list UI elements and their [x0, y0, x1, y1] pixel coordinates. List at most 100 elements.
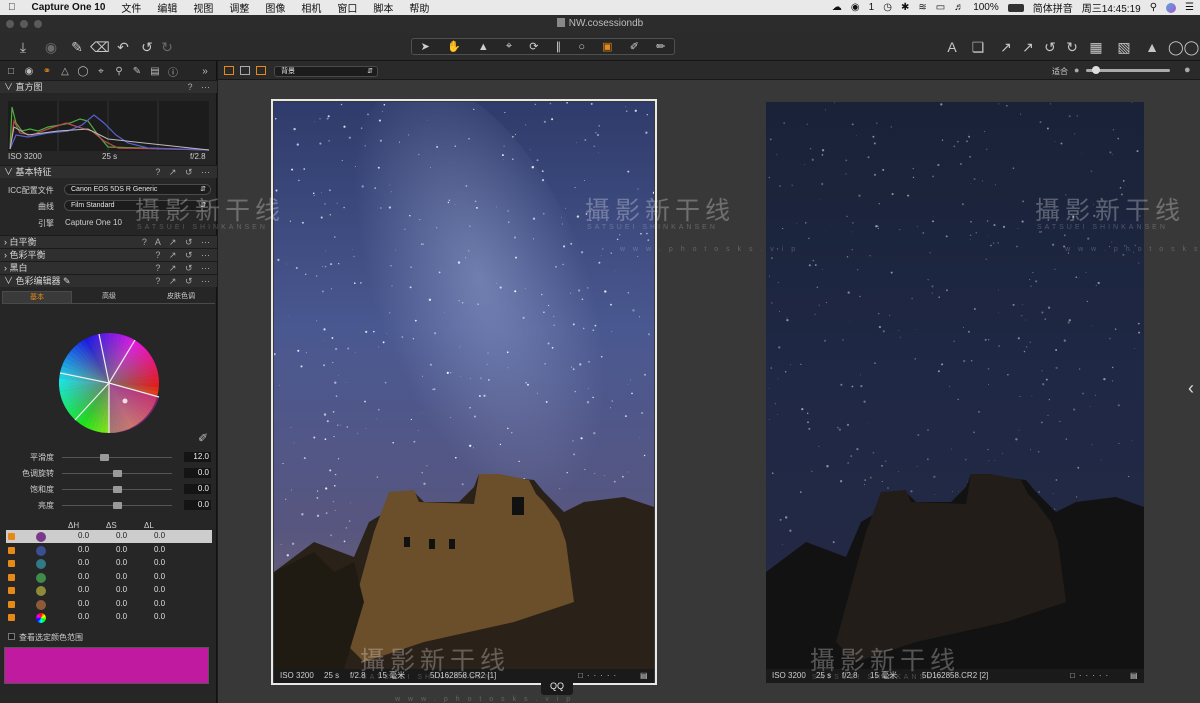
menu-image[interactable]: 图像 [257, 0, 293, 15]
spotlight-icon[interactable]: ⚲ [1150, 2, 1157, 13]
color-editor-header[interactable]: ∨ 色彩编辑器 ✎ ? ↗ ↺ ⋯ [0, 274, 217, 287]
photo-1-info-icon[interactable]: ▤ [640, 669, 648, 683]
menu-app-name[interactable]: Capture One 10 [24, 2, 114, 13]
cb-header-icons[interactable]: ? ↗ ↺ ⋯ [155, 249, 213, 261]
row-enable-checkbox[interactable] [8, 573, 15, 581]
slider-track[interactable] [62, 454, 172, 461]
photo-2-image[interactable] [766, 102, 1144, 669]
undo-icon[interactable]: ↺ [138, 37, 156, 57]
single-view-icon[interactable] [240, 66, 250, 75]
library-tab-icon[interactable]: □ [3, 66, 19, 77]
pan-cursor-icon[interactable]: ✋ [447, 40, 461, 53]
menu-edit[interactable]: 编辑 [149, 0, 185, 15]
menu-camera[interactable]: 相机 [293, 0, 329, 15]
wifi-icon[interactable]: ≋ [918, 2, 926, 13]
row-enable-checkbox[interactable] [8, 533, 15, 540]
details-tab-icon[interactable]: ⚲ [111, 66, 127, 77]
qq-badge[interactable]: QQ [541, 677, 573, 695]
reset-icon[interactable]: ↶ [114, 37, 132, 57]
photo-2-info-icon[interactable]: ▤ [1130, 669, 1138, 683]
zoom-slider[interactable] [1086, 66, 1170, 74]
rotate-right-icon[interactable]: ↻ [1062, 37, 1082, 57]
row-enable-checkbox[interactable] [8, 614, 15, 621]
histogram-header[interactable]: ∨ 直方图 ? ⋯ [0, 80, 217, 93]
slider-track[interactable] [62, 470, 172, 477]
output-tab-icon[interactable]: ▤ [147, 66, 163, 77]
composition-tab-icon[interactable]: ⌖ [93, 66, 109, 77]
capture-tab-icon[interactable]: ◉ [21, 66, 37, 77]
row-enable-checkbox[interactable] [8, 600, 15, 608]
row-enable-checkbox[interactable] [8, 546, 15, 554]
more-tabs-icon[interactable]: » [197, 66, 213, 77]
copy-adjustments-icon[interactable]: ❏ [968, 37, 988, 57]
histogram-header-icons[interactable]: ? ⋯ [187, 81, 213, 93]
rotate-left-icon[interactable]: ↺ [1040, 37, 1060, 57]
slider-value-field[interactable]: 0.0 [184, 468, 211, 478]
zoom-in-icon[interactable]: ● [1184, 64, 1191, 76]
menubar-clock[interactable]: 周三14:45:19 [1082, 0, 1141, 15]
color-picker-icon[interactable]: ✐ [198, 431, 208, 445]
redo-icon[interactable]: ↻ [158, 37, 176, 57]
trash-icon[interactable]: ⌫ [90, 37, 110, 57]
color-wheel[interactable] [55, 329, 163, 437]
minimize-window-button[interactable] [20, 20, 28, 28]
photo-1-image[interactable] [274, 102, 654, 669]
apple-icon[interactable]:  [0, 2, 24, 13]
menu-help[interactable]: 帮助 [401, 0, 437, 15]
exposure-tab-icon[interactable]: △ [57, 66, 73, 77]
slider-track[interactable] [62, 502, 172, 509]
metadata-tab-icon[interactable]: ⓘ [165, 64, 181, 79]
bluetooth-icon[interactable]: ✱ [901, 2, 909, 13]
table-row[interactable]: 0.0 0.0 0.0 [6, 571, 212, 584]
layout-select[interactable]: 背景 ⇵ [274, 66, 378, 77]
zoom-window-button[interactable] [34, 20, 42, 28]
input-method[interactable]: 简体拼音 [1033, 0, 1073, 15]
menu-view[interactable]: 视图 [185, 0, 221, 15]
wechat-icon[interactable]: ◉ [851, 2, 860, 13]
select-cursor-icon[interactable]: ➤ [421, 40, 430, 53]
slider-value-field[interactable]: 12.0 [184, 452, 211, 462]
straighten-icon[interactable]: ∥ [556, 40, 562, 53]
black-white-header[interactable]: › 黑白? ↗ ↺ ⋯ [0, 261, 217, 274]
color-balance-header[interactable]: › 色彩平衡? ↗ ↺ ⋯ [0, 248, 217, 261]
bw-header-icons[interactable]: ? ↗ ↺ ⋯ [155, 262, 213, 274]
wb-header-icons[interactable]: ? A ↗ ↺ ⋯ [142, 236, 213, 248]
row-enable-checkbox[interactable] [8, 587, 15, 594]
airplay-icon[interactable]: ▭ [936, 2, 945, 13]
keystone-icon[interactable]: ▲ [478, 41, 489, 53]
apply-all-icon[interactable]: ↗ [1018, 37, 1038, 57]
creative-cloud-icon[interactable]: ☁ [832, 2, 842, 13]
menu-adjust[interactable]: 调整 [221, 0, 257, 15]
crop-icon[interactable]: ⌖ [506, 40, 512, 53]
overlay-icon[interactable]: ▦ [1086, 37, 1106, 57]
slider-knob[interactable] [99, 454, 109, 461]
view-range-checkbox[interactable] [8, 633, 15, 640]
battery-icon[interactable] [1007, 3, 1024, 12]
battery-percent[interactable]: 100% [973, 2, 999, 13]
menu-file[interactable]: 文件 [113, 0, 149, 15]
tab-advanced[interactable]: 高级 [74, 291, 144, 303]
move-icon[interactable]: ✎ [68, 37, 86, 57]
table-row[interactable]: 0.0 0.0 0.0 [6, 544, 212, 557]
grid-icon[interactable]: ▧ [1114, 37, 1134, 57]
table-row[interactable]: 0.0 0.0 0.0 [6, 530, 212, 543]
clock-icon[interactable]: ◷ [883, 2, 892, 13]
slider-knob[interactable] [113, 502, 122, 509]
picker-icon[interactable]: ✐ [630, 40, 639, 53]
tab-basic[interactable]: 基本 [2, 291, 72, 303]
proof-glasses-icon[interactable]: ◯◯ [1168, 37, 1199, 57]
basic-header-icons[interactable]: ? ↗ ↺ ⋯ [155, 166, 213, 178]
slider-knob[interactable] [113, 470, 122, 477]
table-row[interactable]: 0.0 0.0 0.0 [6, 598, 212, 611]
notification-center-icon[interactable]: ☰ [1185, 2, 1194, 13]
import-icon[interactable]: ⤓ [14, 37, 32, 57]
local-adjust-tab-icon[interactable]: ✎ [129, 66, 145, 77]
ce-header-icons[interactable]: ? ↗ ↺ ⋯ [155, 275, 213, 287]
table-row[interactable]: 0.0 0.0 0.0 [6, 584, 212, 597]
mask-brush-icon[interactable]: ▣ [602, 40, 612, 53]
table-row[interactable]: 0.0 0.0 0.0 [6, 611, 212, 624]
siri-icon[interactable] [1166, 2, 1177, 13]
multi-view-icon[interactable] [224, 66, 234, 75]
menu-window[interactable]: 窗口 [329, 0, 365, 15]
photo-2-rating-dots[interactable]: □····· [1070, 669, 1112, 683]
